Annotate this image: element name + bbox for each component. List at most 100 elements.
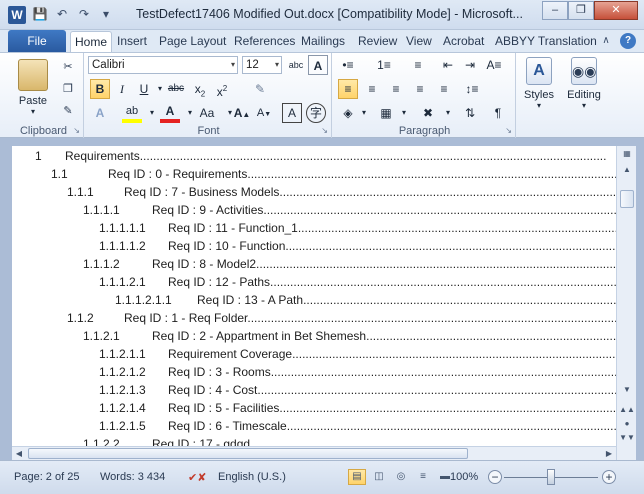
zoom-out-icon[interactable]: −	[488, 470, 502, 484]
clear-formatting-icon[interactable]: A	[308, 55, 328, 75]
toc-entry[interactable]: 1 Requirements...........................…	[35, 147, 616, 165]
distributed-button[interactable]: ≡	[434, 79, 454, 99]
decrease-indent-icon[interactable]: ⇤	[438, 55, 458, 75]
scroll-up-icon[interactable]: ▲	[619, 162, 635, 177]
asian-layout-icon[interactable]: ✖	[418, 103, 438, 123]
toc-entry[interactable]: 1.1.2.1.2 Req ID : 3 - Rooms.............…	[99, 363, 616, 381]
format-painter-icon[interactable]: ✎	[60, 103, 76, 119]
cut-icon[interactable]: ✂	[60, 59, 76, 75]
horizontal-scroll-thumb[interactable]	[28, 448, 468, 459]
minimize-ribbon-icon[interactable]: ∧	[598, 33, 614, 49]
bullets-icon[interactable]: •≡	[338, 55, 358, 75]
shrink-font-icon[interactable]: A▼	[254, 103, 274, 123]
paste-dropdown-icon[interactable]: ▾	[10, 107, 56, 116]
highlight-dropdown-icon[interactable]: ▾	[142, 103, 162, 123]
toc-entry[interactable]: 1.1 Req ID : 0 - Requirements............…	[51, 165, 616, 183]
strikethrough-button[interactable]: abc	[166, 79, 186, 99]
align-center-button[interactable]: ≡	[362, 79, 382, 99]
word-count-status[interactable]: Words: 3 434	[100, 471, 165, 483]
toc-entry[interactable]: 1.1.2.1 Req ID : 2 - Appartment in Bet Sh…	[83, 327, 616, 345]
align-right-button[interactable]: ≡	[386, 79, 406, 99]
toc-entry[interactable]: 1.1.1.2 Req ID : 8 - Model2..............…	[83, 255, 616, 273]
copy-icon[interactable]: ❐	[60, 81, 76, 97]
paste-button[interactable]: Paste ▾	[10, 59, 56, 116]
tab-abbyy-translation[interactable]: ABBYY Translation	[491, 31, 601, 52]
character-border-icon[interactable]: A	[282, 103, 302, 123]
tab-home[interactable]: Home	[70, 31, 113, 52]
web-layout-view-icon[interactable]: ◎	[392, 469, 410, 485]
language-status[interactable]: English (U.S.)	[218, 471, 286, 483]
toc-entry[interactable]: 1.1.2.1.3 Req ID : 4 - Cost..............…	[99, 381, 616, 399]
tab-review[interactable]: Review	[354, 31, 401, 52]
styles-dropdown-icon[interactable]: ▾	[520, 101, 558, 110]
tab-insert[interactable]: Insert	[113, 31, 151, 52]
font-name-dropdown-icon[interactable]: ▾	[231, 57, 235, 73]
scroll-right-icon[interactable]: ▶	[602, 447, 616, 460]
align-left-button[interactable]: ≡	[338, 79, 358, 99]
toc-entry[interactable]: 1.1.2 Req ID : 1 - Req Folder............…	[67, 309, 616, 327]
change-case-icon[interactable]: abc	[286, 55, 306, 75]
horizontal-scrollbar[interactable]: ◀ ▶	[12, 446, 616, 460]
tab-references[interactable]: References	[230, 31, 299, 52]
scroll-down-icon[interactable]: ▼	[619, 382, 635, 397]
font-launcher-icon[interactable]: ↘	[321, 126, 328, 135]
multilevel-list-icon[interactable]: ≡	[408, 55, 428, 75]
show-hide-marks-icon[interactable]: ¶	[488, 103, 508, 123]
borders-dropdown-icon[interactable]: ▾	[394, 103, 414, 123]
tab-mailings[interactable]: Mailings	[297, 31, 349, 52]
text-effects-button[interactable]: A	[90, 103, 110, 123]
outline-view-icon[interactable]: ≡	[414, 469, 432, 485]
tab-page-layout[interactable]: Page Layout	[155, 31, 230, 52]
styles-button[interactable]: A Styles ▾	[520, 57, 558, 110]
full-screen-reading-view-icon[interactable]: ◫	[370, 469, 388, 485]
qat-dropdown-icon[interactable]: ▾	[98, 6, 114, 22]
zoom-level[interactable]: 100%	[450, 471, 478, 483]
shading-dropdown-icon[interactable]: ▾	[354, 103, 374, 123]
subscript-button[interactable]: x2	[190, 79, 210, 99]
font-name-combo[interactable]: Calibri ▾	[88, 56, 238, 74]
minimize-button[interactable]: –	[542, 1, 568, 20]
text-effects-icon[interactable]: ✎	[250, 79, 270, 99]
vertical-scroll-thumb[interactable]	[620, 190, 634, 208]
close-button[interactable]: ✕	[594, 1, 638, 20]
line-spacing-icon[interactable]: ↕≡	[462, 79, 482, 99]
toc-entry[interactable]: 1.1.2.1.1 Requirement Coverage...........…	[99, 345, 616, 363]
toc-entry[interactable]: 1.1.2.1.4 Req ID : 5 - Facilities........…	[99, 399, 616, 417]
paragraph-launcher-icon[interactable]: ↘	[505, 126, 512, 135]
tab-file[interactable]: File	[8, 30, 66, 52]
help-icon[interactable]: ?	[620, 33, 636, 49]
toc-entry[interactable]: 1.1.1.1 Req ID : 9 - Activities..........…	[83, 201, 616, 219]
vertical-scrollbar[interactable]: ▦ ▲ ▼ ▲▲ ● ▼▼	[616, 146, 636, 460]
toc-entry[interactable]: 1.1.1 Req ID : 7 - Business Models.......…	[67, 183, 616, 201]
document-page[interactable]: 1 Requirements...........................…	[12, 146, 616, 460]
toc-entry[interactable]: 1.1.1.1.1 Req ID : 11 - Function_1.......…	[99, 219, 616, 237]
toc-entry[interactable]: 1.1.2.1.5 Req ID : 6 - Timescale.........…	[99, 417, 616, 435]
toc-entry[interactable]: 1.1.1.2.1.1 Req ID : 13 - A Path.........…	[115, 291, 616, 309]
font-size-combo[interactable]: 12 ▾	[242, 56, 282, 74]
tab-acrobat[interactable]: Acrobat	[439, 31, 488, 52]
borders-icon[interactable]: ▦	[376, 103, 396, 123]
zoom-in-icon[interactable]: +	[602, 470, 616, 484]
justify-button[interactable]: ≡	[410, 79, 430, 99]
increase-indent-icon[interactable]: ⇥	[460, 55, 480, 75]
bold-button[interactable]: B	[90, 79, 110, 99]
highlight-color-button[interactable]: ab	[122, 103, 142, 123]
numbering-icon[interactable]: 1≡	[374, 55, 394, 75]
toc-entry[interactable]: 1.1.1.2.1 Req ID : 12 - Paths............…	[99, 273, 616, 291]
grow-font-icon[interactable]: A▲	[232, 103, 252, 123]
scroll-left-icon[interactable]: ◀	[12, 447, 26, 460]
print-layout-view-icon[interactable]: ▤	[348, 469, 366, 485]
chinese-layout-icon[interactable]: A≡	[484, 55, 504, 75]
save-icon[interactable]: 💾	[32, 6, 48, 22]
next-page-icon[interactable]: ▼▼	[619, 430, 635, 445]
zoom-slider-thumb[interactable]	[547, 469, 555, 485]
tab-view[interactable]: View	[402, 31, 436, 52]
word-app-icon[interactable]: W	[8, 6, 26, 24]
editing-dropdown-icon[interactable]: ▾	[562, 101, 606, 110]
editing-button[interactable]: ◉◉ Editing ▾	[562, 57, 606, 110]
enclose-characters-icon[interactable]: 字	[306, 103, 326, 123]
font-color-button[interactable]: A	[160, 103, 180, 123]
change-case-button[interactable]: Aa	[194, 103, 220, 123]
proofing-status-icon[interactable]: ✔✘	[188, 471, 206, 484]
superscript-button[interactable]: x2	[212, 79, 232, 99]
